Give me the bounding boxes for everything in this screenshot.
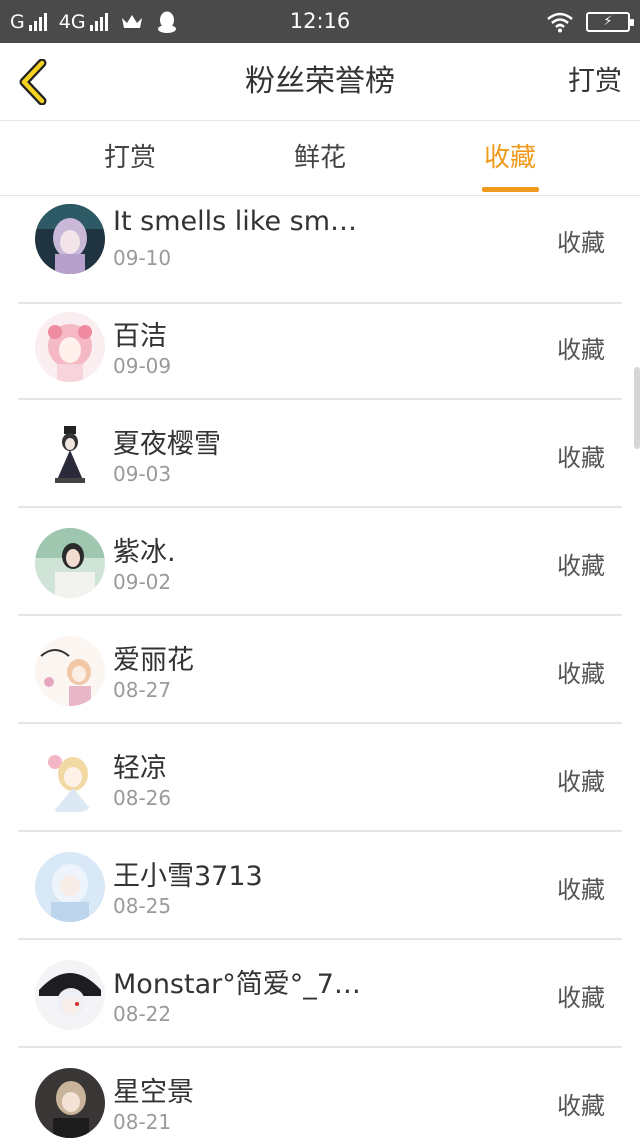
user-name: 百洁	[113, 321, 167, 352]
favorite-label: 收藏	[557, 336, 605, 364]
user-name: Monstar°简爱°_7…	[113, 969, 361, 1000]
user-name: 夏夜樱雪	[113, 429, 221, 460]
tab-bar: 打赏 鲜花 收藏	[0, 121, 640, 196]
favorite-label: 收藏	[557, 229, 605, 257]
avatar	[35, 852, 105, 922]
tab-flowers[interactable]: 鲜花	[260, 121, 380, 196]
item-date: 08-27	[113, 678, 172, 702]
status-right: ⚡	[546, 0, 634, 43]
avatar	[35, 960, 105, 1030]
item-date: 08-25	[113, 894, 172, 918]
list-item[interactable]: 紫冰. 09-02 收藏	[18, 508, 622, 616]
avatar	[35, 744, 105, 814]
list-item[interactable]: Monstar°简爱°_7… 08-22 收藏	[18, 940, 622, 1048]
user-name: 轻凉	[113, 753, 167, 784]
favorite-label: 收藏	[557, 552, 605, 580]
item-date: 08-26	[113, 786, 172, 810]
list-item[interactable]: 王小雪3713 08-25 收藏	[18, 832, 622, 940]
favorite-label: 收藏	[557, 444, 605, 472]
user-name: 爱丽花	[113, 645, 194, 676]
tab-reward[interactable]: 打赏	[70, 121, 190, 196]
charging-bolt-icon: ⚡	[603, 13, 613, 29]
item-date: 09-09	[113, 354, 172, 378]
item-date: 08-22	[113, 1002, 172, 1026]
list-item[interactable]: 星空景 08-21 收藏	[18, 1048, 622, 1138]
user-name: 星空景	[113, 1077, 194, 1108]
active-tab-indicator	[482, 187, 539, 192]
page-title: 粉丝荣誉榜	[245, 64, 395, 99]
user-name: 王小雪3713	[113, 861, 263, 892]
avatar	[35, 636, 105, 706]
battery-icon: ⚡	[586, 11, 634, 32]
avatar	[35, 1068, 105, 1138]
favorite-label: 收藏	[557, 984, 605, 1012]
avatar	[35, 420, 105, 490]
avatar	[35, 204, 105, 274]
list-item[interactable]: 轻凉 08-26 收藏	[18, 724, 622, 832]
header-bar: 粉丝荣誉榜 打赏	[0, 43, 640, 121]
item-date: 09-10	[113, 246, 172, 270]
favorite-label: 收藏	[557, 660, 605, 688]
status-time: 12:16	[289, 9, 351, 33]
wifi-icon	[547, 12, 573, 32]
list-item[interactable]: It smells like sm… 09-10 收藏	[18, 196, 622, 304]
item-date: 09-03	[113, 462, 172, 486]
favorite-label: 收藏	[557, 1092, 605, 1120]
status-bar: G 4G 12:16 ⚡	[0, 0, 640, 43]
list-item[interactable]: 夏夜樱雪 09-03 收藏	[18, 400, 622, 508]
list-item[interactable]: 百洁 09-09 收藏	[18, 292, 622, 400]
list-item[interactable]: 爱丽花 08-27 收藏	[18, 616, 622, 724]
favorite-label: 收藏	[557, 768, 605, 796]
user-name: 紫冰.	[113, 537, 176, 568]
user-name: It smells like sm…	[113, 206, 358, 237]
avatar	[35, 312, 105, 382]
avatar	[35, 528, 105, 598]
reward-button[interactable]: 打赏	[568, 43, 622, 121]
item-date: 08-21	[113, 1110, 172, 1134]
fan-list: It smells like sm… 09-10 收藏 百洁 09-09 收藏 …	[0, 196, 640, 1138]
tab-favorites[interactable]: 收藏	[450, 121, 570, 196]
item-date: 09-02	[113, 570, 172, 594]
favorite-label: 收藏	[557, 876, 605, 904]
scrollbar-thumb[interactable]	[634, 367, 640, 449]
